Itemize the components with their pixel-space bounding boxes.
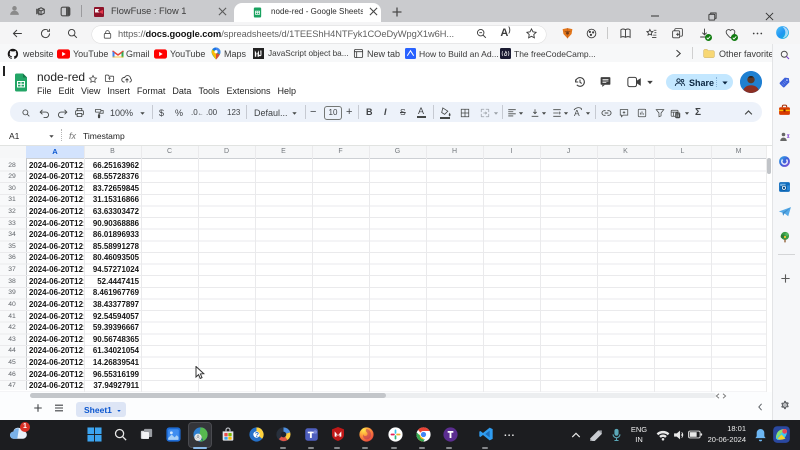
svg-text:?: ? — [254, 430, 258, 438]
